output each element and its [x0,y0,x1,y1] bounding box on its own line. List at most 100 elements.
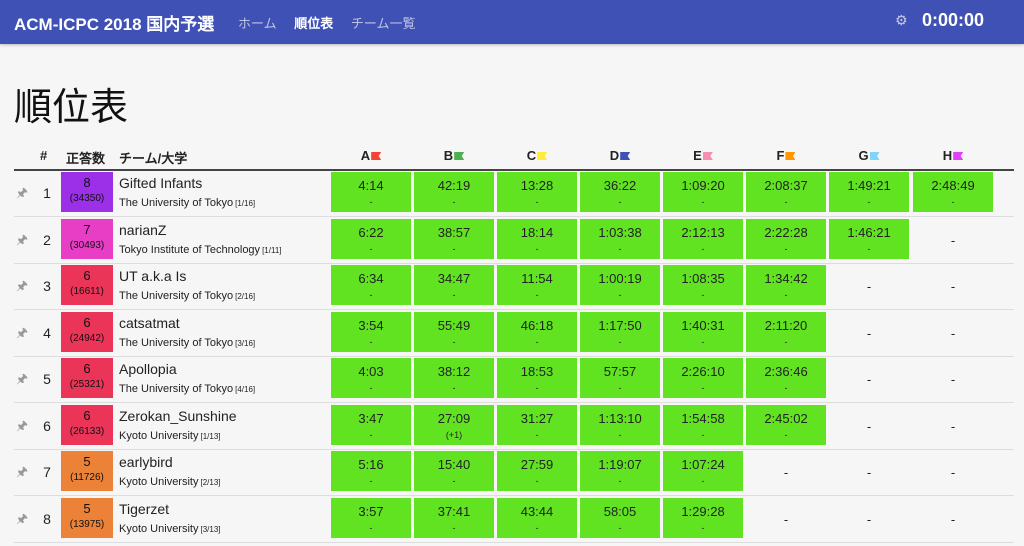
solved-count: 6 [83,361,91,376]
penalty-time: (24942) [69,332,105,344]
wrong-attempts: - [701,383,705,393]
problem-cell-accepted: 1:03:38 - [580,218,660,259]
solve-time: 1:54:58 [681,410,725,426]
brand-title[interactable]: ACM-ICPC 2018 国内予選 [14,10,214,35]
wrong-attempts: - [784,243,788,254]
university-name: The University of Tokyo [119,290,234,302]
solve-time: 15:40 [437,457,471,472]
problem-cell-accepted: 1:34:42 - [746,265,826,305]
solve-time: 18:53 [520,364,554,379]
solve-time: - [950,232,956,248]
problem-cell-accepted: 18:53 - [497,358,577,398]
problem-cell-accepted: 5:16 - [331,451,411,491]
solve-time: 2:11:20 [764,317,808,333]
solve-time: 1:13:10 [598,410,642,426]
wrong-attempts: - [535,290,539,300]
problem-cell-accepted: 1:46:21 - [829,218,909,259]
team-rank: 5 [43,371,51,387]
university-name: The University of Tokyo [119,197,234,209]
problem-cell-accepted: 18:14 - [497,218,577,259]
solve-time: - [866,418,872,434]
university-rank: [2/16] [235,292,256,301]
solve-time: 1:07:24 [681,457,725,472]
university-rank: [1/11] [262,245,282,255]
flag-icon [869,152,880,160]
solve-time: 11:54 [521,271,553,286]
solve-time: 2:48:49 [931,178,975,193]
pin-icon[interactable]: 🖈 [16,231,28,253]
pin-icon[interactable]: 🖈 [16,277,28,299]
team-rank: 7 [43,464,51,480]
wrong-attempts: - [701,336,705,347]
university-rank: [2/13] [200,478,221,487]
solve-time: 1:19:07 [598,457,642,472]
problem-header-c[interactable]: C [497,148,577,163]
wrong-attempts: - [618,336,622,347]
problem-cell-accepted: 2:45:02 - [746,404,826,445]
team-name[interactable]: earlybird [119,454,173,470]
problem-label: B [443,148,454,163]
problem-header-h[interactable]: H [913,148,993,163]
problem-cell-empty: - [829,358,909,398]
solve-time: - [783,511,789,527]
team-name[interactable]: Gifted Infants [119,175,202,191]
team-name[interactable]: Apollopia [119,361,177,377]
solve-time: 1:49:21 [847,178,891,193]
wrong-attempts: - [535,476,539,486]
penalty-time: (13975) [69,518,105,530]
team-name[interactable]: Tigerzet [119,501,169,517]
team-university: The University of Tokyo [4/16] [119,383,255,395]
team-rank: 8 [43,510,51,527]
problem-cell-accepted: 13:28 - [497,172,577,212]
problem-cell-accepted: 27:59 - [497,451,577,491]
nav-link-teams[interactable]: チーム一覧 [351,16,416,31]
problem-cell-accepted: 57:57 - [580,358,660,398]
team-name[interactable]: UT a.k.a Is [119,268,186,284]
navbar: ACM-ICPC 2018 国内予選 ホーム 順位表 チーム一覧 ⚙ 0:00:… [0,0,1024,44]
nav-link-standings[interactable]: 順位表 [294,16,333,31]
pin-icon[interactable]: 🖈 [16,324,28,346]
pin-icon[interactable]: 🖈 [16,510,28,532]
problem-cell-accepted: 38:57 - [414,218,494,259]
team-university: Tokyo Institute of Technology [1/11] [119,244,281,256]
pin-icon[interactable]: 🖈 [16,184,28,206]
contest-timer: 0:00:00 [922,10,985,30]
problem-cell-accepted: 11:54 - [497,265,577,305]
problem-header-a[interactable]: A [331,148,411,163]
problem-cell-accepted: 58:05 - [580,497,660,538]
wrong-attempts: - [784,290,788,300]
pin-icon[interactable]: 🖈 [16,370,28,392]
solve-time: - [866,279,872,294]
solve-time: 1:17:50 [598,317,642,333]
pin-icon[interactable]: 🖈 [16,463,28,485]
problem-header-g[interactable]: G [829,148,909,163]
problem-cell-accepted: 3:54 - [331,311,411,352]
problem-cell-accepted: 1:54:58 - [663,404,743,445]
flag-icon [702,152,713,160]
solve-time: 1:00:19 [598,271,642,286]
solve-time: 43:44 [520,503,554,519]
wrong-attempts: - [369,197,373,207]
wrong-attempts: - [452,336,456,347]
problem-header-e[interactable]: E [663,148,743,163]
problem-cell-empty: - [913,498,993,538]
team-university: Kyoto University [2/13] [119,476,221,488]
university-name: Tokyo Institute of Technology [119,243,261,256]
problem-cell-accepted: 15:40 - [414,451,494,491]
solve-time: 55:49 [437,317,471,333]
solve-time: 4:14 [358,178,384,193]
gear-icon[interactable]: ⚙ [895,12,908,29]
team-name[interactable]: Zerokan_Sunshine [119,408,237,424]
problem-header-b[interactable]: B [414,148,494,163]
team-name[interactable]: narianZ [119,222,166,238]
problem-header-d[interactable]: D [580,148,660,163]
solve-time: 2:08:37 [764,178,808,193]
problem-cell-accepted: 43:44 - [497,497,577,538]
team-name[interactable]: catsatmat [119,315,180,331]
problem-cell-accepted: 46:18 - [497,311,577,352]
nav-link-home[interactable]: ホーム [238,16,277,31]
university-name: The University of Tokyo [119,336,234,349]
problem-header-f[interactable]: F [746,148,826,163]
problem-label: C [526,148,537,163]
pin-icon[interactable]: 🖈 [16,417,28,439]
